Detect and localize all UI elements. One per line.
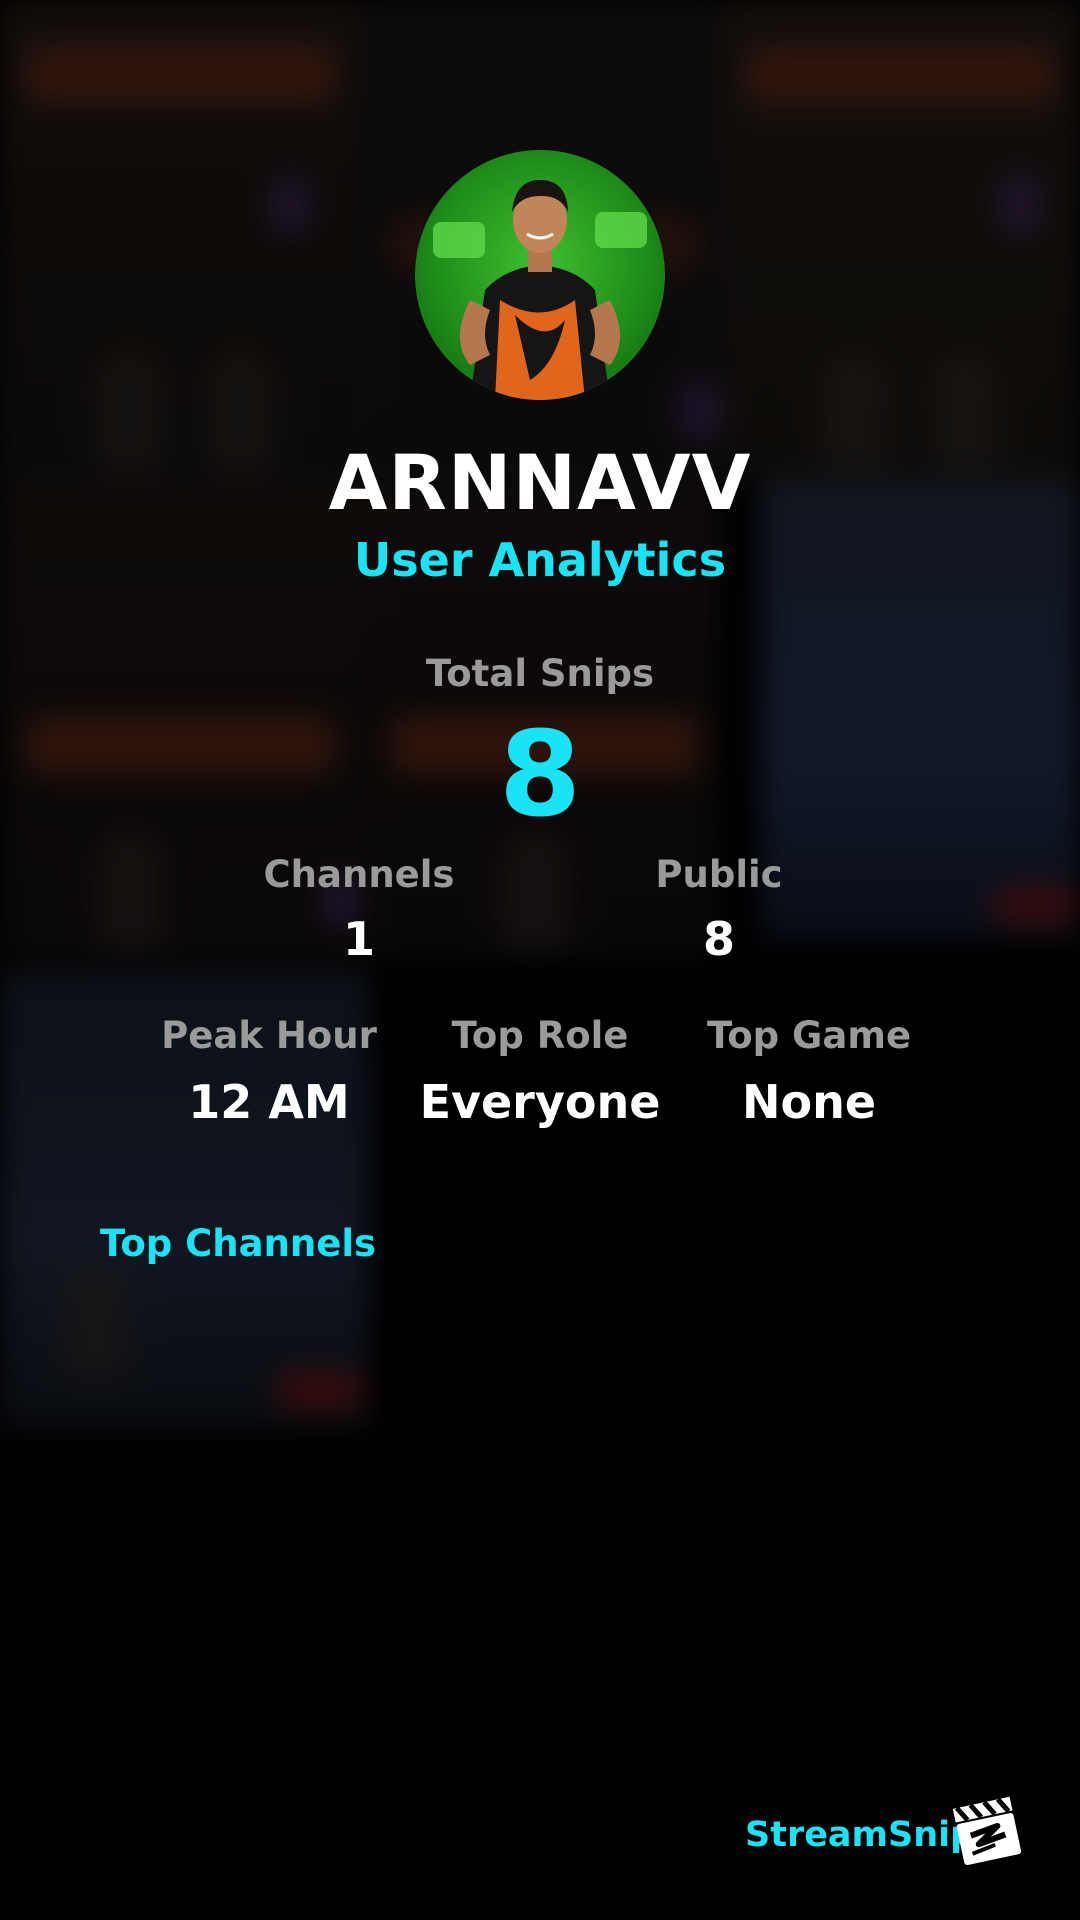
total-snips-label: Total Snips [425, 652, 655, 695]
peak-hour-label: Peak Hour [161, 1014, 377, 1057]
channels-value: 1 [342, 912, 375, 966]
peak-hour-value: 12 AM [188, 1075, 350, 1129]
top-channels-title: Top Channels [100, 1222, 377, 1265]
public-value: 8 [702, 912, 735, 966]
top-game-label: Top Game [706, 1014, 912, 1057]
total-snips-value: 8 [498, 705, 582, 843]
brand-name: StreamSnip [745, 1815, 976, 1855]
top-role-label: Top Role [451, 1014, 629, 1057]
channels-label: Channels [263, 853, 455, 896]
top-game-value: None [741, 1075, 877, 1129]
top-role-value: Everyone [419, 1075, 661, 1129]
analytics-card: ARNNAVV User Analytics Total Snips 8 Cha… [0, 0, 1080, 1920]
page-subtitle: User Analytics [353, 533, 727, 587]
clapperboard-icon [948, 1790, 1028, 1870]
avatar [415, 150, 665, 400]
avatar-image [433, 180, 647, 400]
public-label: Public [655, 853, 783, 896]
username: ARNNAVV [328, 438, 752, 527]
